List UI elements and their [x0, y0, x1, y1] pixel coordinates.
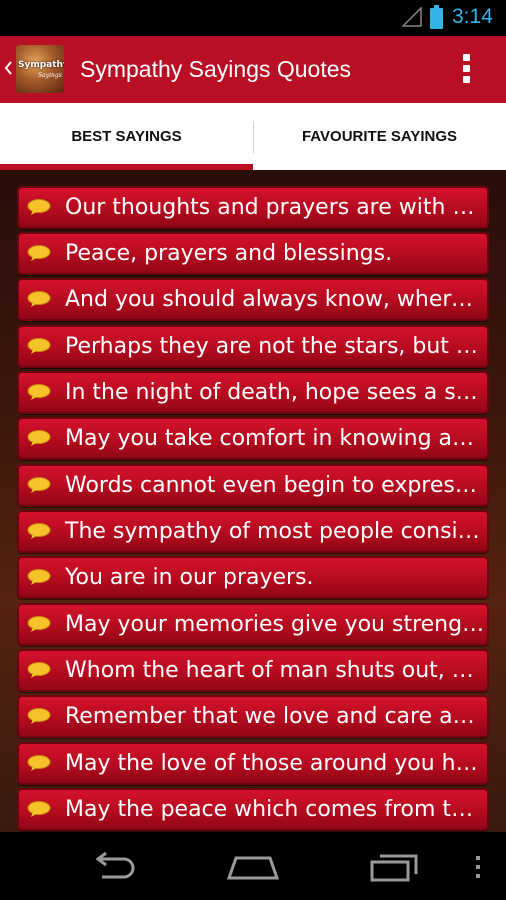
- tab-label: BEST SAYINGS: [71, 128, 182, 145]
- list-item[interactable]: Remember that we love and care about you…: [17, 695, 489, 738]
- saying-text: Words cannot even begin to express our s…: [65, 473, 485, 498]
- speech-bubble-icon: [27, 245, 51, 261]
- saying-text: May your memories give you strength.: [65, 612, 485, 637]
- overflow-menu-icon[interactable]: [460, 54, 474, 84]
- tab-label: FAVOURITE SAYINGS: [301, 128, 458, 145]
- list-item[interactable]: Our thoughts and prayers are with you at…: [17, 186, 489, 229]
- back-icon[interactable]: [88, 852, 138, 880]
- battery-icon: [430, 5, 443, 29]
- list-item[interactable]: Peace, prayers and blessings.: [17, 232, 489, 275]
- saying-text: In the night of death, hope sees a star.: [65, 380, 485, 405]
- list-item[interactable]: Words cannot even begin to express our s…: [17, 464, 489, 507]
- speech-bubble-icon: [27, 338, 51, 354]
- recents-icon[interactable]: [370, 852, 420, 882]
- saying-text: And you should always know, wherever you…: [65, 287, 485, 312]
- up-caret-icon[interactable]: [4, 61, 12, 75]
- saying-text: Whom the heart of man shuts out, Sometim…: [65, 658, 485, 683]
- speech-bubble-icon: [27, 477, 51, 493]
- speech-bubble-icon: [27, 199, 51, 215]
- app-logo-text: Sympathy: [18, 60, 64, 70]
- saying-text: Perhaps they are not the stars, but rath…: [65, 334, 485, 359]
- speech-bubble-icon: [27, 755, 51, 771]
- status-bar: 3:14: [0, 0, 506, 36]
- list-item[interactable]: Perhaps they are not the stars, but rath…: [17, 325, 489, 368]
- tab-best-sayings[interactable]: BEST SAYINGS: [0, 103, 253, 170]
- list-item[interactable]: You are in our prayers.: [17, 556, 489, 599]
- list-item[interactable]: May the love of those around you help yo…: [17, 742, 489, 785]
- speech-bubble-icon: [27, 384, 51, 400]
- home-icon[interactable]: [226, 852, 280, 880]
- speech-bubble-icon: [27, 523, 51, 539]
- list-item[interactable]: The sympathy of most people consists of …: [17, 510, 489, 553]
- app-logo[interactable]: Sympathy Sayings: [16, 45, 64, 93]
- tab-bar: BEST SAYINGS FAVOURITE SAYINGS: [0, 103, 506, 170]
- list-item[interactable]: May the peace which comes from the memor…: [17, 788, 489, 831]
- speech-bubble-icon: [27, 662, 51, 678]
- saying-text: Our thoughts and prayers are with you at…: [65, 195, 485, 220]
- saying-text: Peace, prayers and blessings.: [65, 241, 393, 266]
- speech-bubble-icon: [27, 291, 51, 307]
- page-title: Sympathy Sayings Quotes: [80, 56, 352, 82]
- list-item[interactable]: Whom the heart of man shuts out, Sometim…: [17, 649, 489, 692]
- action-bar: Sympathy Sayings Sympathy Sayings Quotes: [0, 36, 506, 103]
- app-logo-subtext: Sayings: [38, 72, 62, 79]
- speech-bubble-icon: [27, 708, 51, 724]
- saying-text: May the peace which comes from the memor…: [65, 797, 485, 822]
- signal-icon: [402, 7, 422, 27]
- speech-bubble-icon: [27, 430, 51, 446]
- clock: 3:14: [452, 5, 493, 28]
- list-item[interactable]: May your memories give you strength.: [17, 603, 489, 646]
- saying-text: May the love of those around you help yo…: [65, 751, 485, 776]
- speech-bubble-icon: [27, 616, 51, 632]
- list-item[interactable]: May you take comfort in knowing and reme…: [17, 417, 489, 460]
- speech-bubble-icon: [27, 801, 51, 817]
- menu-icon[interactable]: [474, 856, 482, 878]
- sayings-list[interactable]: Our thoughts and prayers are with you at…: [0, 170, 506, 832]
- saying-text: May you take comfort in knowing and reme…: [65, 426, 485, 451]
- tab-favourite-sayings[interactable]: FAVOURITE SAYINGS: [253, 103, 506, 170]
- list-item[interactable]: And you should always know, wherever you…: [17, 278, 489, 321]
- speech-bubble-icon: [27, 569, 51, 585]
- saying-text: You are in our prayers.: [65, 565, 314, 590]
- saying-text: Remember that we love and care about you…: [65, 704, 485, 729]
- navigation-bar: [0, 832, 506, 900]
- list-item[interactable]: In the night of death, hope sees a star.: [17, 371, 489, 414]
- saying-text: The sympathy of most people consists of …: [65, 519, 485, 544]
